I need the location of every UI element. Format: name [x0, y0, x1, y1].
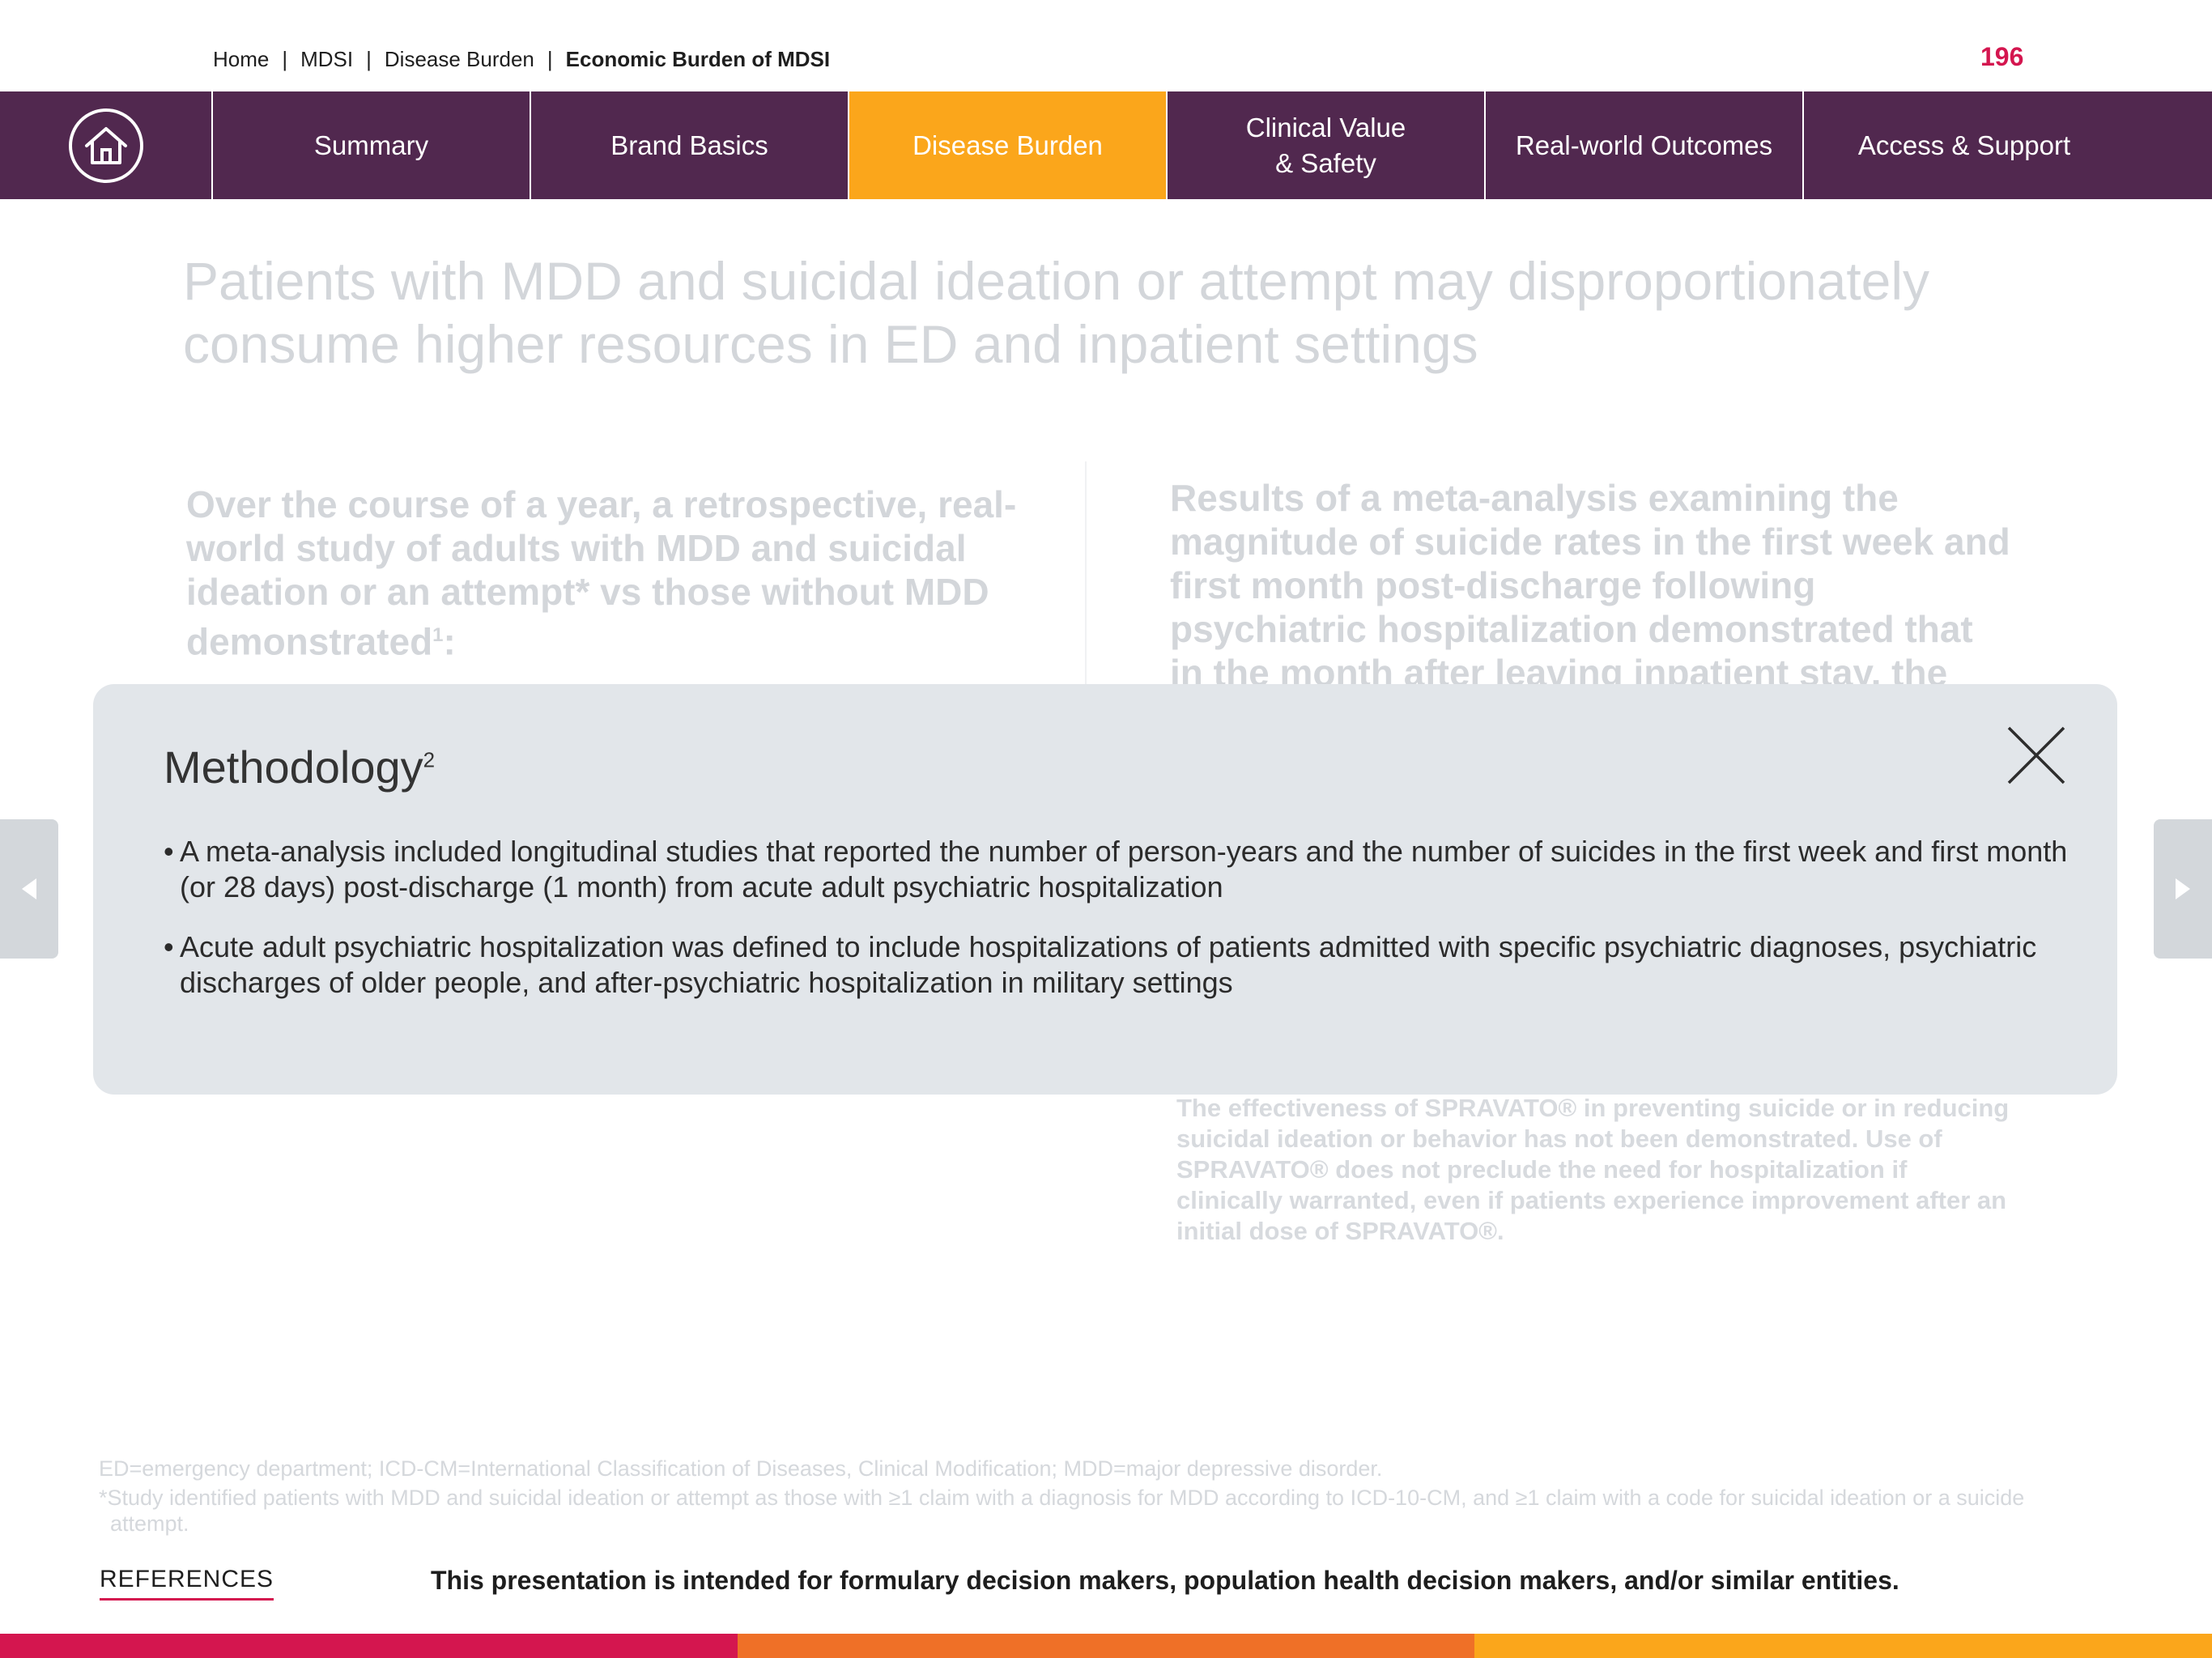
tab-summary[interactable]: Summary	[213, 91, 531, 199]
bullet-text: Acute adult psychiatric hospitalization …	[180, 930, 2037, 999]
page-title: Patients with MDD and suicidal ideation …	[183, 251, 1930, 374]
bullet-text: A meta-analysis included longitudinal st…	[180, 835, 2068, 903]
left-card-text: Over the course of a year, a retrospecti…	[186, 483, 1044, 663]
breadcrumb-mdsi[interactable]: MDSI	[300, 47, 353, 72]
list-item: • Acute adult psychiatric hospitalizatio…	[164, 929, 2091, 1001]
bottom-color-bar	[0, 1634, 2212, 1658]
modal-title: Methodology2	[164, 741, 435, 793]
right-card-emphasis: in the month after leaving inpatient sta…	[1170, 652, 1948, 688]
methodology-list: • A meta-analysis included longitudinal …	[164, 834, 2091, 1025]
right-card-text: Results of a meta-analysis examining the…	[1170, 476, 2012, 688]
tab-disease-burden[interactable]: Disease Burden	[849, 91, 1168, 199]
page-number: 196	[1980, 42, 2024, 71]
arrow-right-icon	[2176, 878, 2190, 899]
footnotes: ED=emergency department; ICD-CM=Internat…	[99, 1456, 2042, 1537]
breadcrumb-disease-burden[interactable]: Disease Burden	[385, 47, 534, 72]
right-card-intro: Results of a meta-analysis examining the…	[1170, 477, 2010, 650]
tab-clinical-value-safety[interactable]: Clinical Value & Safety	[1168, 91, 1486, 199]
arrow-left-icon	[22, 878, 36, 899]
modal-title-text: Methodology	[164, 742, 423, 793]
tab-real-world-outcomes[interactable]: Real-world Outcomes	[1486, 91, 1804, 199]
prev-page-button[interactable]	[0, 819, 58, 959]
color-bar-segment	[1474, 1634, 2212, 1658]
color-bar-segment	[737, 1634, 1475, 1658]
modal-title-ref: 2	[423, 747, 436, 772]
home-button[interactable]	[0, 91, 213, 199]
breadcrumb-home[interactable]: Home	[213, 47, 269, 72]
list-item: • A meta-analysis included longitudinal …	[164, 834, 2091, 905]
breadcrumb-separator: |	[282, 47, 288, 71]
breadcrumb-separator: |	[366, 47, 372, 71]
bullet-dot: •	[164, 835, 174, 868]
disclaimer-text: This presentation is intended for formul…	[431, 1566, 1899, 1595]
next-page-button[interactable]	[2154, 819, 2212, 959]
footnote-abbreviations: ED=emergency department; ICD-CM=Internat…	[99, 1456, 1383, 1481]
color-bar-segment	[0, 1634, 738, 1658]
left-card-colon: :	[443, 620, 456, 663]
left-card-ref: 1	[432, 624, 444, 646]
methodology-modal: Methodology2 • A meta-analysis included …	[93, 684, 2117, 1095]
footnote-study: *Study identified patients with MDD and …	[99, 1486, 2025, 1536]
breadcrumb-current: Economic Burden of MDSI	[565, 47, 831, 71]
tab-access-support[interactable]: Access & Support	[1804, 91, 2125, 199]
bullet-dot: •	[164, 930, 174, 963]
breadcrumb-separator: |	[547, 47, 553, 71]
safety-note: The effectiveness of SPRAVATO® in preven…	[1176, 1094, 2010, 1245]
breadcrumb: Home | MDSI | Disease Burden | Economic Burden…	[213, 47, 830, 72]
main-nav: Summary Brand Basics Disease Burden Clin…	[0, 91, 2212, 199]
close-x-icon[interactable]	[2004, 723, 2069, 788]
house-icon	[68, 108, 143, 183]
references-link[interactable]: REFERENCES	[100, 1566, 274, 1601]
tab-brand-basics[interactable]: Brand Basics	[531, 91, 849, 199]
